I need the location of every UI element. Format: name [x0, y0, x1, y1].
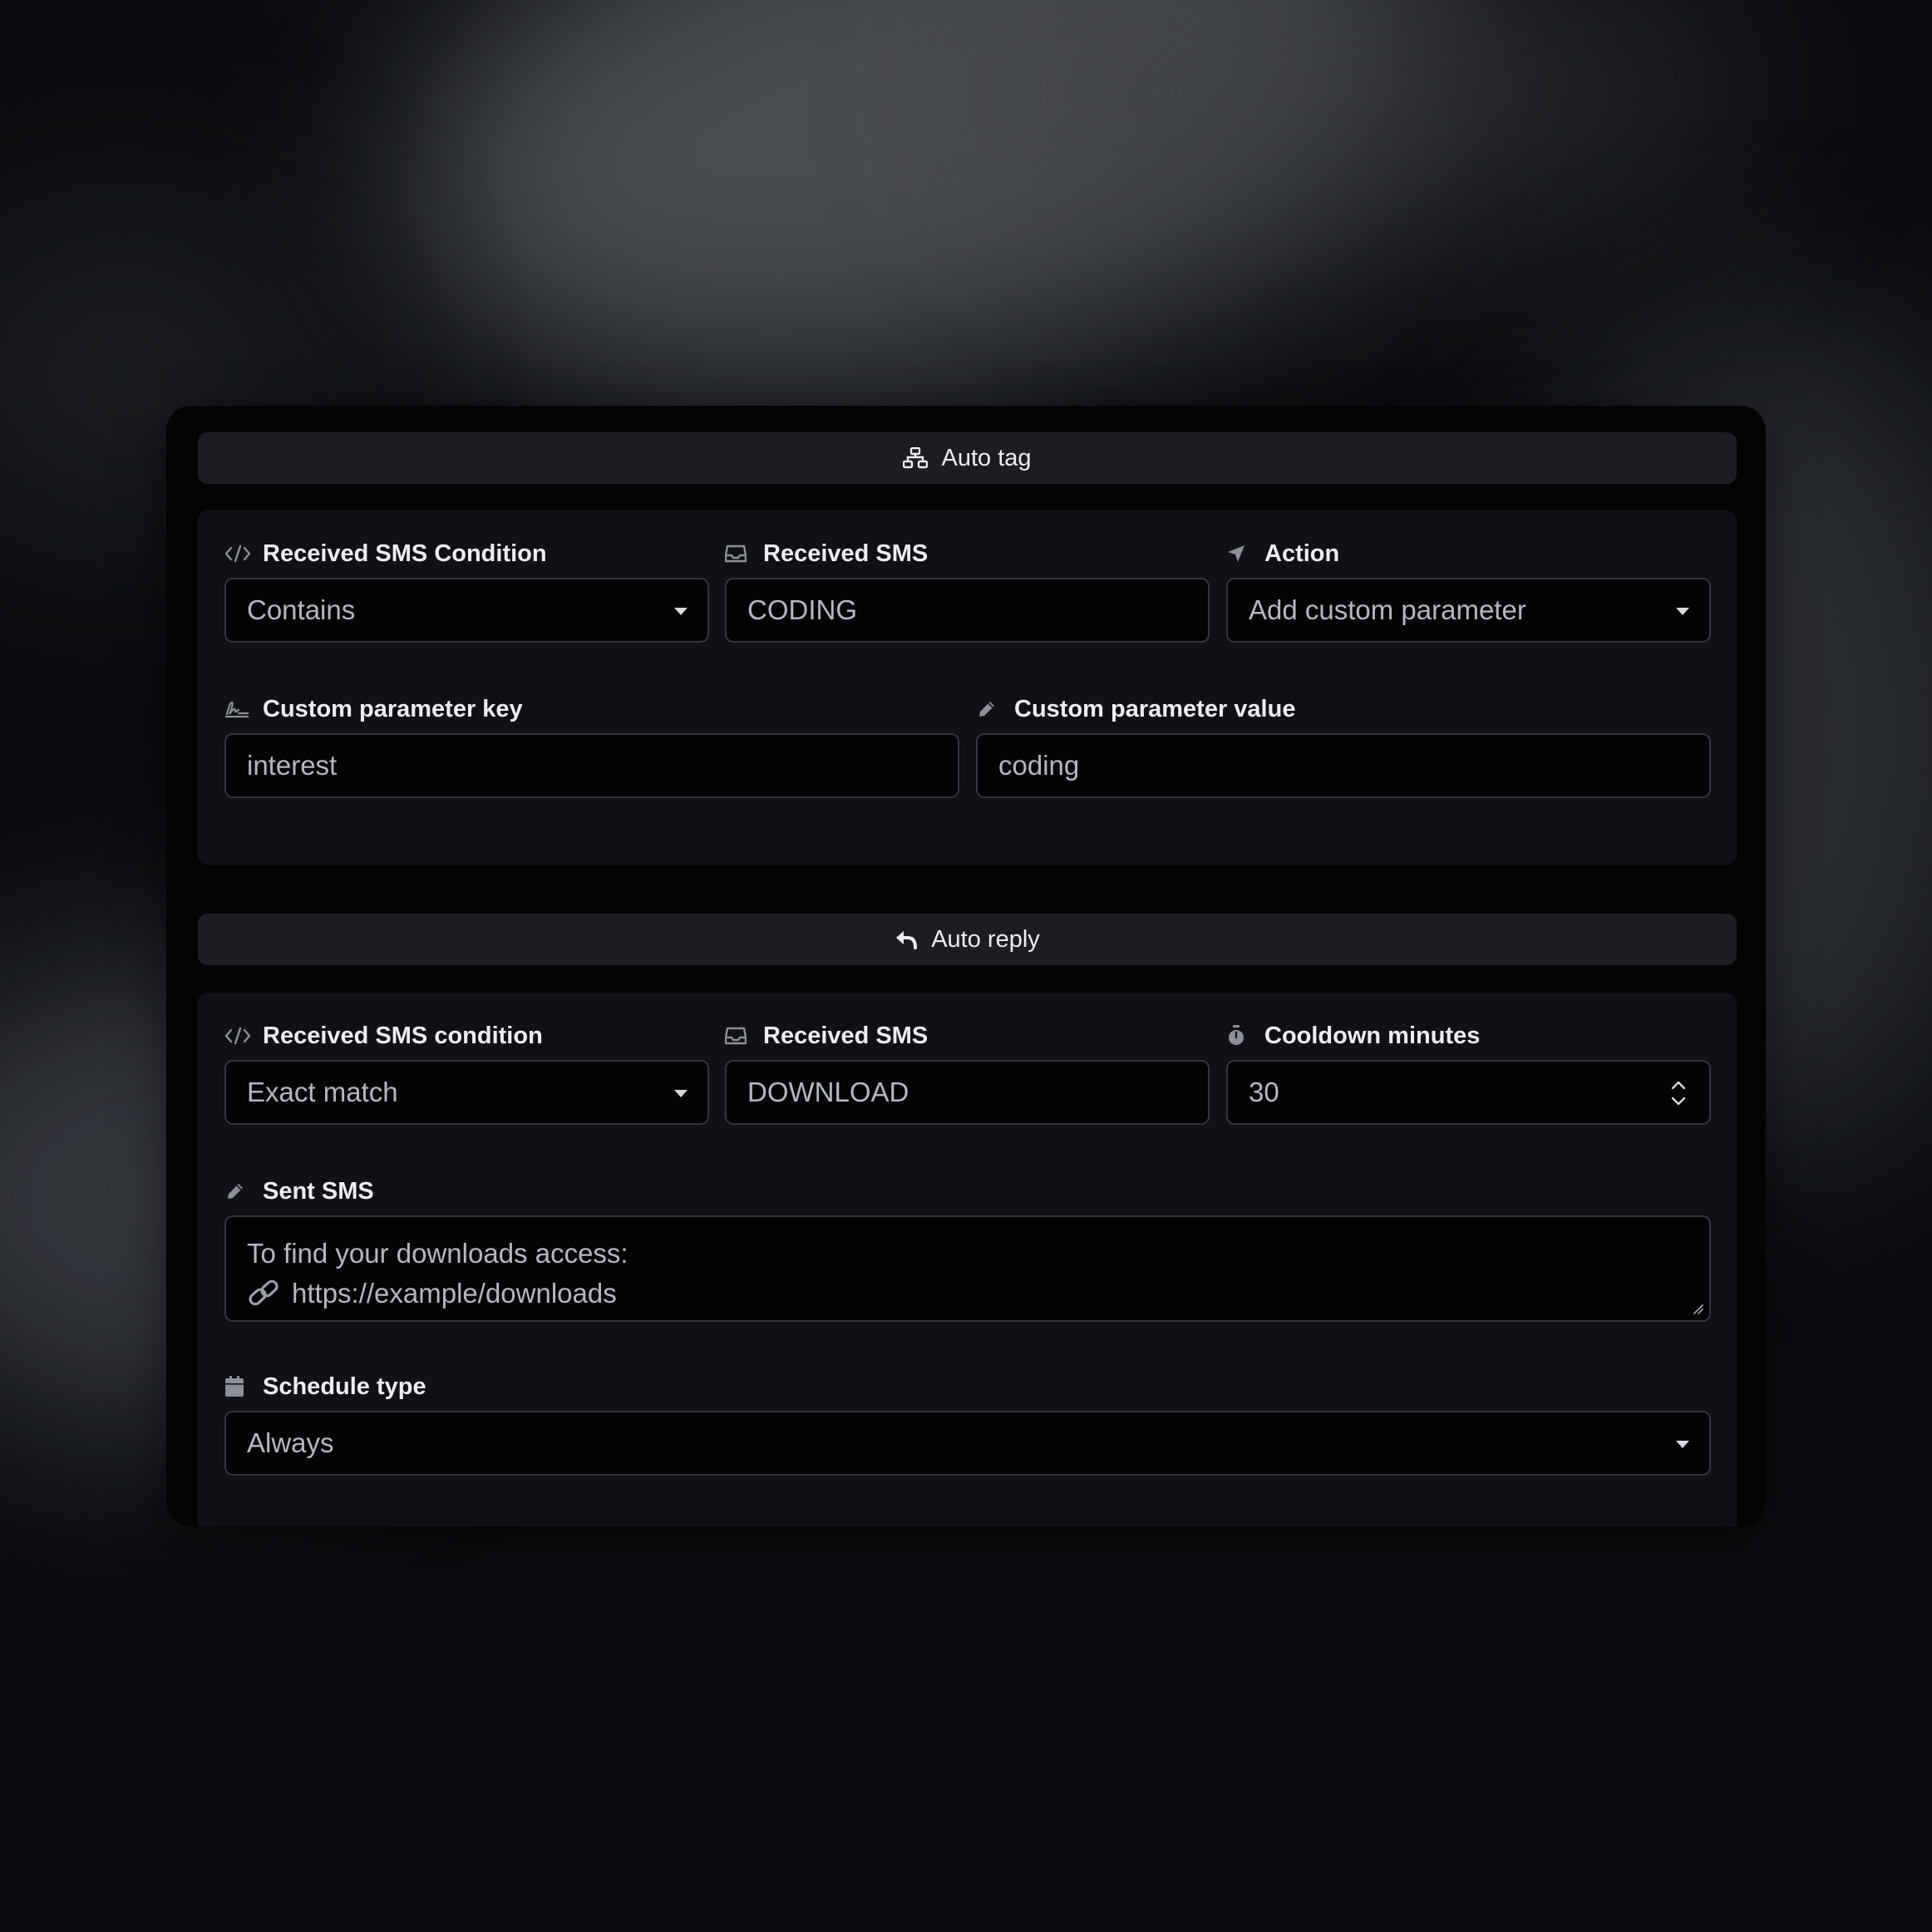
- sent-sms-line-2: https://example/downloads: [292, 1278, 617, 1309]
- condition-label: Received SMS Condition: [263, 540, 547, 567]
- action-select[interactable]: Add custom parameter: [1226, 578, 1711, 643]
- received-sms-label: Received SMS: [763, 540, 929, 567]
- received-sms-value: CODING: [747, 594, 857, 625]
- schedule-select[interactable]: Always: [224, 1411, 1711, 1476]
- condition-value: Contains: [247, 594, 356, 625]
- reply-received-sms-input[interactable]: DOWNLOAD: [725, 1060, 1210, 1125]
- chevron-down-icon: [674, 1090, 688, 1097]
- reply-condition-select[interactable]: Exact match: [224, 1060, 709, 1125]
- auto-tag-title: Auto tag: [941, 444, 1032, 471]
- calendar-icon: [224, 1373, 251, 1400]
- sitemap-icon: [903, 447, 929, 469]
- param-value-value: coding: [998, 750, 1080, 781]
- signature-icon: [224, 696, 251, 722]
- resize-handle-icon[interactable]: [1691, 1302, 1704, 1315]
- schedule-value: Always: [247, 1427, 334, 1458]
- inbox-icon: [725, 540, 752, 567]
- reply-condition-label: Received SMS condition: [263, 1022, 543, 1049]
- code-icon: [224, 540, 251, 567]
- code-icon: [224, 1023, 251, 1049]
- auto-tag-body: Received SMS Condition Contains Received…: [198, 510, 1737, 865]
- chevron-down-icon: [674, 608, 688, 615]
- stepper-arrows-icon[interactable]: [1669, 1078, 1688, 1108]
- inbox-icon: [725, 1023, 752, 1049]
- auto-reply-title: Auto reply: [931, 925, 1040, 953]
- link-icon: [247, 1278, 282, 1309]
- param-value-input[interactable]: coding: [976, 733, 1711, 798]
- reply-received-sms-label: Received SMS: [763, 1022, 929, 1049]
- location-arrow-icon: [1226, 540, 1253, 567]
- param-key-value: interest: [247, 750, 338, 781]
- cooldown-number-input[interactable]: 30: [1226, 1060, 1711, 1125]
- auto-reply-body: Received SMS condition Exact match Recei…: [198, 993, 1737, 1526]
- action-value: Add custom parameter: [1249, 594, 1526, 625]
- stopwatch-icon: [1226, 1023, 1253, 1049]
- sent-sms-label: Sent SMS: [263, 1177, 374, 1205]
- automation-panel: Auto tag Received SMS Condition Contains…: [166, 406, 1766, 1526]
- reply-condition-value: Exact match: [247, 1077, 398, 1107]
- reply-icon: [896, 931, 918, 949]
- received-sms-input[interactable]: CODING: [725, 578, 1210, 643]
- sent-sms-line-1: To find your downloads access:: [247, 1238, 628, 1269]
- reply-received-sms-value: DOWNLOAD: [747, 1077, 909, 1107]
- schedule-label: Schedule type: [263, 1373, 426, 1400]
- auto-reply-header[interactable]: Auto reply: [198, 914, 1737, 965]
- pencil-icon: [224, 1178, 251, 1205]
- param-key-input[interactable]: interest: [224, 733, 959, 798]
- pencil-icon: [976, 696, 1003, 722]
- cooldown-label: Cooldown minutes: [1264, 1022, 1481, 1049]
- condition-select[interactable]: Contains: [224, 578, 709, 643]
- chevron-down-icon: [1676, 1441, 1689, 1448]
- sent-sms-textarea[interactable]: To find your downloads access: https://e…: [224, 1215, 1711, 1322]
- action-label: Action: [1264, 540, 1340, 567]
- chevron-down-icon: [1676, 608, 1689, 615]
- auto-tag-header[interactable]: Auto tag: [198, 432, 1737, 484]
- param-key-label: Custom parameter key: [263, 695, 523, 722]
- cooldown-value: 30: [1249, 1077, 1279, 1107]
- param-value-label: Custom parameter value: [1014, 695, 1296, 722]
